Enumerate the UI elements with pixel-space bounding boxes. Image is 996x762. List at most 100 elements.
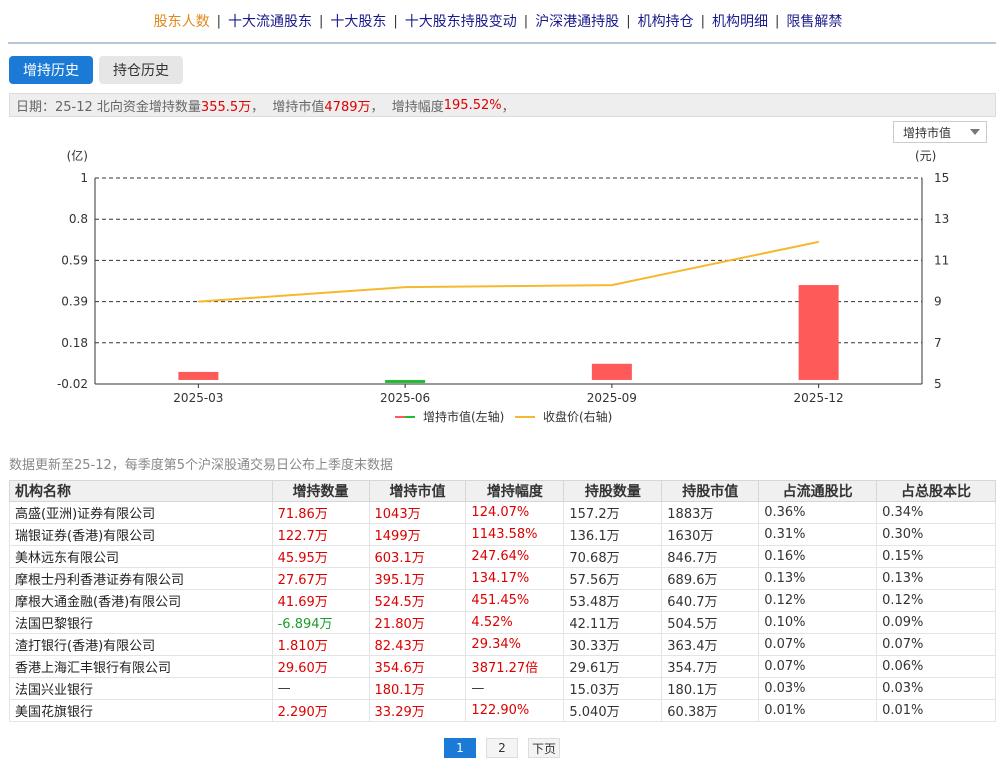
left-axis-tick: 0.18	[61, 336, 88, 350]
col-header-increase-value[interactable]: 增持市值	[368, 480, 467, 502]
col-header-name[interactable]: 机构名称	[9, 480, 273, 502]
table-cell: 122.90%	[465, 699, 565, 722]
table-cell: 0.01%	[876, 699, 996, 722]
table-cell: 134.17%	[465, 567, 565, 590]
table-cell: 60.38万	[661, 699, 760, 722]
next-page-button[interactable]: 下页	[528, 738, 560, 758]
nav-institution-details[interactable]: 机构明细	[705, 11, 775, 31]
table-cell: 395.1万	[368, 567, 467, 590]
table-cell: 0.15%	[876, 545, 996, 568]
institution-name-cell[interactable]: 瑞银证券(香港)有限公司	[9, 523, 273, 546]
close-price-line	[198, 240, 819, 303]
table-cell: 2.290万	[271, 699, 370, 722]
nav-top10-float-holders[interactable]: 十大流通股东	[221, 11, 319, 31]
table-cell: 122.7万	[271, 523, 370, 546]
table-cell: 27.67万	[271, 567, 370, 590]
tab-holding-history[interactable]: 持仓历史	[99, 56, 183, 84]
table-cell: 42.11万	[563, 611, 663, 634]
right-axis-unit: (元)	[915, 149, 936, 163]
col-header-hold-qty[interactable]: 持股数量	[563, 480, 663, 502]
tab-increase-history[interactable]: 增持历史	[9, 56, 93, 84]
table-cell: 41.69万	[271, 589, 370, 612]
summary-prefix: 日期：25-12 北向资金增持数量	[16, 99, 201, 115]
nav-top10-holding-changes[interactable]: 十大股东持股变动	[398, 11, 524, 31]
close-price-point	[197, 301, 199, 303]
col-header-float-ratio[interactable]: 占流通股比	[758, 480, 878, 502]
nav-connect-holdings[interactable]: 沪深港通持股	[528, 11, 626, 31]
table-cell: 21.80万	[368, 611, 467, 634]
summary-value: 4789万	[324, 99, 371, 115]
table-cell: 0.34%	[876, 501, 996, 524]
institution-name-cell[interactable]: 高盛(亚洲)证券有限公司	[9, 501, 273, 524]
table-row: 摩根士丹利香港证券有限公司 27.67万 395.1万 134.17% 57.56万 68…	[9, 567, 996, 590]
page-1-button[interactable]: 1	[444, 738, 476, 758]
bar-2025-06	[385, 379, 426, 383]
institution-name-cell[interactable]: 美林远东有限公司	[9, 545, 273, 568]
col-header-increase-qty[interactable]: 增持数量	[271, 480, 370, 502]
table-cell: 0.07%	[758, 655, 878, 678]
table-row: 法国巴黎银行 -6.894万 21.80万 4.52% 42.11万 504.5万 0.10…	[9, 611, 996, 634]
table-cell: 157.2万	[563, 501, 663, 524]
institution-name-cell[interactable]: 摩根士丹利香港证券有限公司	[9, 567, 273, 590]
institution-name-cell[interactable]: 法国巴黎银行	[9, 611, 273, 634]
institution-name-cell[interactable]: 美国花旗银行	[9, 699, 273, 722]
nav-top10-holders[interactable]: 十大股东	[323, 11, 393, 31]
table-cell: 45.95万	[271, 545, 370, 568]
table-cell: 53.48万	[563, 589, 663, 612]
x-axis-tick: 2025-12	[794, 391, 844, 405]
table-cell: 603.1万	[368, 545, 467, 568]
nav-institution-positions[interactable]: 机构持仓	[631, 11, 701, 31]
table-cell: 57.56万	[563, 567, 663, 590]
left-axis-tick: 0.59	[61, 253, 88, 267]
page-2-button[interactable]: 2	[486, 738, 518, 758]
table-row: 法国兴业银行 —180.1万 —15.03万 180.1万 0.03% 0.03%	[9, 677, 996, 700]
x-axis-tick: 2025-03	[173, 391, 223, 405]
table-cell: 136.1万	[563, 523, 663, 546]
close-price-point	[611, 284, 613, 286]
metric-select[interactable]: 增持市值	[893, 121, 987, 143]
table-cell: 363.4万	[661, 633, 760, 656]
table-cell: 0.30%	[876, 523, 996, 546]
table-row: 高盛(亚洲)证券有限公司 71.86万 1043万 124.07% 157.2万 1883…	[9, 501, 996, 524]
bar-2025-03	[178, 371, 219, 380]
table-cell: 0.03%	[758, 677, 878, 700]
table-cell: 0.07%	[758, 633, 878, 656]
summary-pct: 195.52%	[443, 97, 502, 113]
chevron-down-icon	[970, 129, 980, 135]
col-header-hold-value[interactable]: 持股市值	[661, 480, 760, 502]
institution-name-cell[interactable]: 香港上海汇丰银行有限公司	[9, 655, 273, 678]
table-cell: 70.68万	[563, 545, 663, 568]
right-axis-tick: 9	[934, 295, 942, 309]
table-cell: 71.86万	[271, 501, 370, 524]
table-cell: 524.5万	[368, 589, 467, 612]
institution-name-cell[interactable]: 摩根大通金融(香港)有限公司	[9, 589, 273, 612]
nav-shareholder-count[interactable]: 股东人数	[147, 11, 217, 31]
table-cell: 247.64%	[465, 545, 565, 568]
table-cell: 0.36%	[758, 501, 878, 524]
table-row: 美国花旗银行 2.290万 33.29万 122.90% 5.040万 60.38万 0.0…	[9, 699, 996, 722]
left-axis-tick: -0.02	[57, 377, 88, 391]
col-header-total-ratio[interactable]: 占总股本比	[876, 480, 996, 502]
left-axis-tick: 0.39	[61, 295, 88, 309]
col-header-increase-pct[interactable]: 增持幅度	[465, 480, 565, 502]
summary-mid2: ， 增持幅度	[370, 99, 444, 115]
table-cell: 29.61万	[563, 655, 663, 678]
table-cell: 1499万	[368, 523, 467, 546]
institution-name-cell[interactable]: 法国兴业银行	[9, 677, 273, 700]
x-axis-tick: 2025-09	[587, 391, 637, 405]
close-price-point	[818, 241, 820, 243]
table-cell: 15.03万	[563, 677, 663, 700]
table-cell: 451.45%	[465, 589, 565, 612]
institution-name-cell[interactable]: 渣打银行(香港)有限公司	[9, 633, 273, 656]
table-cell: 846.7万	[661, 545, 760, 568]
table-cell: 180.1万	[368, 677, 467, 700]
table-row: 瑞银证券(香港)有限公司 122.7万 1499万 1143.58% 136.1万 163…	[9, 523, 996, 546]
table-cell: 29.34%	[465, 633, 565, 656]
table-cell: 30.33万	[563, 633, 663, 656]
table-cell: 1043万	[368, 501, 467, 524]
table-cell: 0.01%	[758, 699, 878, 722]
right-axis-tick: 7	[934, 336, 942, 350]
metric-select-value: 增持市值	[903, 125, 952, 140]
nav-lockup-release[interactable]: 限售解禁	[779, 11, 849, 31]
table-cell: 0.13%	[876, 567, 996, 590]
